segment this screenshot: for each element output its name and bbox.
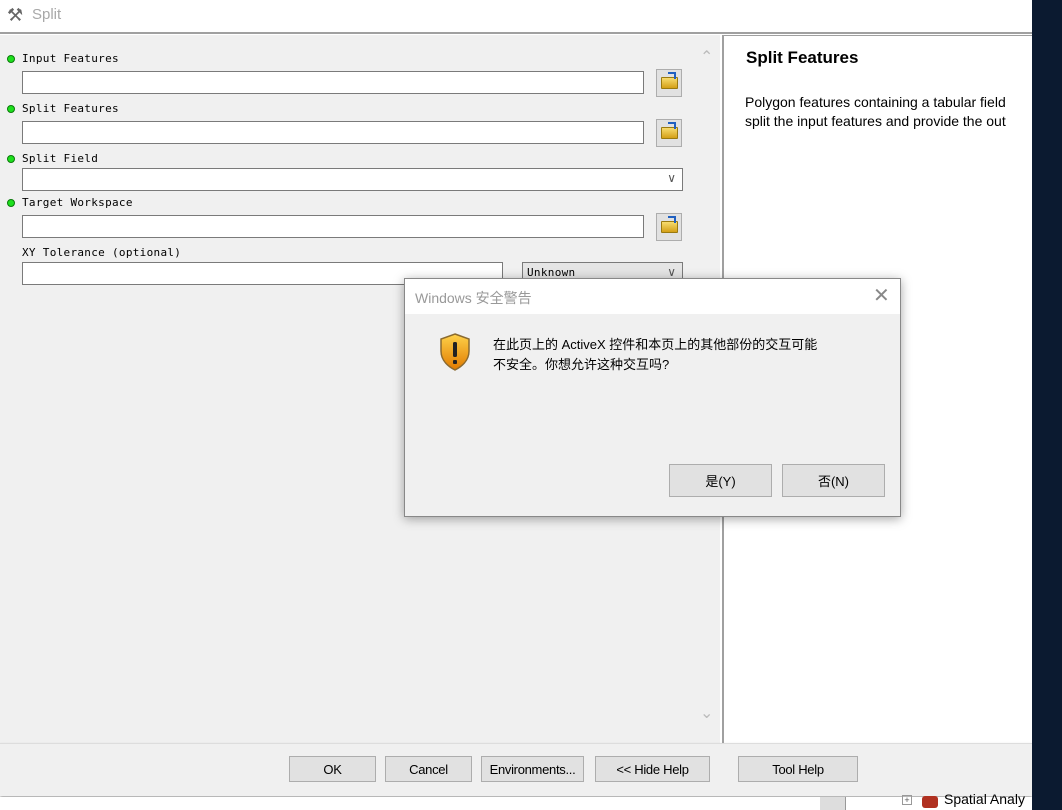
help-title: Split Features bbox=[746, 48, 859, 67]
open-folder-icon bbox=[660, 216, 678, 233]
ok-button[interactable]: OK bbox=[289, 756, 376, 782]
yes-button[interactable]: 是(Y) bbox=[669, 464, 772, 497]
dialog-message-line: 在此页上的 ActiveX 控件和本页上的其他部份的交互可能 bbox=[493, 337, 818, 352]
tree-item-spatial-analyst[interactable]: Spatial Analy bbox=[944, 791, 1025, 807]
dialog-message: 在此页上的 ActiveX 控件和本页上的其他部份的交互可能 不安全。你想允许这… bbox=[493, 335, 873, 375]
close-icon[interactable]: ✕ bbox=[873, 283, 890, 308]
environments-button[interactable]: Environments... bbox=[481, 756, 584, 782]
split-field-combobox[interactable]: ∨ bbox=[22, 168, 683, 191]
target-workspace-label: Target Workspace bbox=[22, 196, 133, 209]
title-bar: ⚒ Split bbox=[0, 0, 1032, 34]
required-indicator bbox=[7, 55, 15, 63]
dialog-title-bar: Windows 安全警告 ✕ bbox=[405, 279, 900, 314]
security-warning-dialog: Windows 安全警告 ✕ 在此页上的 ActiveX 控件和本页上的其他部份… bbox=[404, 278, 901, 517]
input-features-field[interactable] bbox=[22, 71, 644, 94]
chevron-down-icon: ∨ bbox=[667, 171, 676, 185]
chevron-down-icon: ∨ bbox=[667, 265, 676, 279]
toolbox-icon bbox=[922, 796, 938, 808]
required-indicator bbox=[7, 105, 15, 113]
dialog-title: Windows 安全警告 bbox=[415, 290, 532, 306]
hide-help-button[interactable]: << Hide Help bbox=[595, 756, 710, 782]
expand-icon[interactable]: + bbox=[902, 795, 912, 805]
xy-tolerance-label: XY Tolerance (optional) bbox=[22, 246, 182, 259]
dialog-message-line: 不安全。你想允许这种交互吗? bbox=[493, 357, 670, 372]
help-body-line: Polygon features containing a tabular fi… bbox=[745, 94, 1006, 110]
hammer-icon: ⚒ bbox=[7, 5, 24, 25]
background-catalog-tree: + Spatial Analy bbox=[0, 791, 1032, 810]
desktop-background bbox=[1032, 0, 1062, 810]
cancel-button[interactable]: Cancel bbox=[385, 756, 472, 782]
split-features-label: Split Features bbox=[22, 102, 119, 115]
background-scrollbar bbox=[820, 797, 846, 810]
scroll-down-icon[interactable]: ⌄ bbox=[700, 703, 713, 723]
scroll-up-icon[interactable]: ⌃ bbox=[700, 47, 713, 67]
split-features-field[interactable] bbox=[22, 121, 644, 144]
help-body: Polygon features containing a tabular fi… bbox=[745, 93, 1045, 131]
open-folder-icon bbox=[660, 72, 678, 89]
window-title: Split bbox=[32, 6, 62, 23]
split-features-browse-button[interactable] bbox=[656, 119, 682, 147]
target-workspace-field[interactable] bbox=[22, 215, 644, 238]
input-features-browse-button[interactable] bbox=[656, 69, 682, 97]
target-workspace-browse-button[interactable] bbox=[656, 213, 682, 241]
warning-shield-icon bbox=[440, 333, 470, 371]
open-folder-icon bbox=[660, 122, 678, 139]
input-features-label: Input Features bbox=[22, 52, 119, 65]
button-bar: OK Cancel Environments... << Hide Help T… bbox=[0, 743, 1032, 796]
tool-help-button[interactable]: Tool Help bbox=[738, 756, 858, 782]
required-indicator bbox=[7, 199, 15, 207]
split-field-label: Split Field bbox=[22, 152, 99, 165]
required-indicator bbox=[7, 155, 15, 163]
no-button[interactable]: 否(N) bbox=[782, 464, 885, 497]
help-body-line: split the input features and provide the… bbox=[745, 113, 1006, 129]
